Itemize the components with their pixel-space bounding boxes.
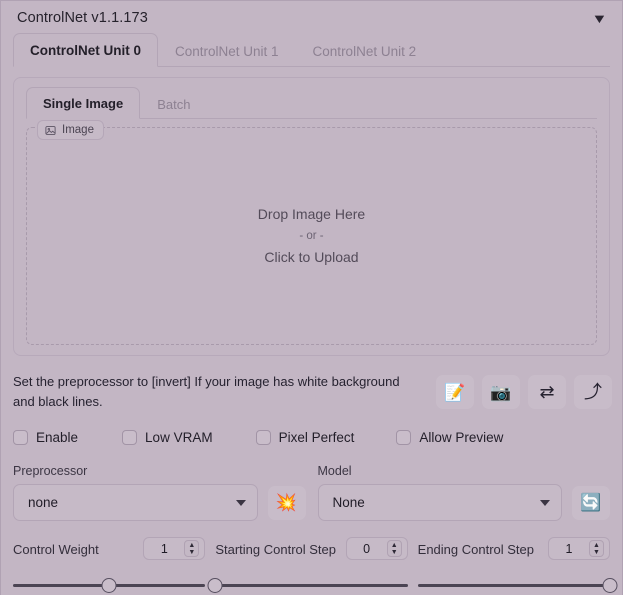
chevron-down-icon <box>540 499 550 506</box>
source-tabs: Single Image Batch <box>26 86 597 119</box>
preprocessor-select[interactable]: none <box>13 484 258 522</box>
image-dropzone[interactable]: Image Drop Image Here - or - Click to Up… <box>26 120 597 345</box>
image-tool-buttons: 📝 📷 ⇄ ⤴ <box>436 375 612 410</box>
model-selection-row: Preprocessor none 💥 Model None 🔄 <box>13 464 610 522</box>
checkbox-pixel-perfect-box[interactable] <box>255 430 271 446</box>
checkbox-pixel-perfect-label: Pixel Perfect <box>278 430 355 446</box>
refresh-icon[interactable]: 🔄 <box>572 485 610 520</box>
checkbox-low-vram[interactable]: Low VRAM <box>122 430 213 446</box>
or-separator-label: - or - <box>299 229 324 242</box>
ending-control-step-stepper[interactable]: ▲ ▼ <box>588 540 604 558</box>
ending-control-step-label: Ending Control Step <box>417 542 535 558</box>
model-column: Model None 🔄 <box>317 464 610 522</box>
drop-image-here-label: Drop Image Here <box>257 205 366 222</box>
camera-icon[interactable]: 📷 <box>482 375 520 410</box>
checkbox-pixel-perfect[interactable]: Pixel Perfect <box>255 430 355 446</box>
preprocessor-line: none 💥 <box>13 484 306 522</box>
picture-icon <box>45 125 56 136</box>
starting-control-step-label: Starting Control Step <box>215 542 337 558</box>
ending-control-step-slider: Ending Control Step 1 ▲ ▼ <box>417 537 618 594</box>
control-weight-slider: Control Weight 1 ▲ ▼ <box>13 537 206 594</box>
control-weight-thumb[interactable] <box>101 578 117 594</box>
click-to-upload-label: Click to Upload <box>264 249 359 266</box>
control-weight-track[interactable] <box>13 577 206 594</box>
starting-control-step-thumb[interactable] <box>207 578 223 594</box>
swap-arrows-icon[interactable]: ⇄ <box>528 375 566 410</box>
preprocessor-select-value: none <box>28 495 59 511</box>
hint-row: Set the preprocessor to [invert] If your… <box>13 372 612 412</box>
checkbox-enable-label: Enable <box>36 430 79 446</box>
image-badge: Image <box>37 120 104 140</box>
ending-control-step-track[interactable] <box>417 577 618 594</box>
checkbox-low-vram-label: Low VRAM <box>145 430 213 446</box>
checkbox-low-vram-box[interactable] <box>122 430 138 446</box>
starting-control-step-input[interactable]: 0 ▲ ▼ <box>345 537 408 561</box>
preprocessor-column: Preprocessor none 💥 <box>13 464 306 522</box>
tab-controlnet-unit-1[interactable]: ControlNet Unit 1 <box>158 34 296 67</box>
starting-control-step-slider: Starting Control Step 0 ▲ ▼ <box>207 537 408 594</box>
checkbox-allow-preview-box[interactable] <box>396 430 412 446</box>
dropzone-text: Drop Image Here - or - Click to Upload <box>258 204 365 268</box>
unit-tabs: ControlNet Unit 0 ControlNet Unit 1 Cont… <box>13 32 610 67</box>
dropzone-wrapper: Image Drop Image Here - or - Click to Up… <box>24 119 599 345</box>
page-title: ControlNet v1.1.173 <box>17 10 148 26</box>
preprocessor-hint-text: Set the preprocessor to [invert] If your… <box>13 374 400 410</box>
tab-controlnet-unit-2[interactable]: ControlNet Unit 2 <box>296 34 434 67</box>
accordion-header: ControlNet v1.1.173 ▼ <box>1 1 622 32</box>
chevron-down-icon[interactable]: ▼ <box>592 12 608 25</box>
tab-controlnet-unit-0[interactable]: ControlNet Unit 0 <box>13 33 158 67</box>
control-weight-input[interactable]: 1 ▲ ▼ <box>143 537 206 561</box>
checkbox-enable[interactable]: Enable <box>13 430 79 446</box>
tab-single-image[interactable]: Single Image <box>26 87 141 119</box>
control-weight-stepper[interactable]: ▲ ▼ <box>184 540 200 558</box>
starting-control-step-track[interactable] <box>207 577 408 594</box>
options-checkbox-row: Enable Low VRAM Pixel Perfect Allow Prev… <box>13 430 610 446</box>
tab-batch[interactable]: Batch <box>140 88 207 119</box>
preprocessor-label: Preprocessor <box>13 464 88 479</box>
chevron-down-icon <box>235 499 246 506</box>
image-badge-label: Image <box>62 124 94 136</box>
checkbox-allow-preview-label: Allow Preview <box>419 430 504 446</box>
ending-control-step-input[interactable]: 1 ▲ ▼ <box>547 537 610 561</box>
checkbox-enable-box[interactable] <box>13 430 28 446</box>
starting-control-step-value: 0 <box>363 541 371 556</box>
model-line: None 🔄 <box>317 484 610 522</box>
model-select[interactable]: None <box>317 484 562 522</box>
model-label: Model <box>317 464 352 479</box>
control-weight-label: Control Weight <box>13 542 99 558</box>
control-weight-value: 1 <box>160 541 168 556</box>
arrow-up-icon[interactable]: ⤴ <box>574 375 612 410</box>
ending-control-step-value: 1 <box>565 541 573 556</box>
starting-control-step-stepper[interactable]: ▲ ▼ <box>386 540 402 558</box>
starting-control-step-head: Starting Control Step 0 ▲ ▼ <box>215 537 408 575</box>
model-select-value: None <box>332 495 365 511</box>
ending-control-step-head: Ending Control Step 1 ▲ ▼ <box>418 537 610 575</box>
control-weight-head: Control Weight 1 ▲ ▼ <box>13 537 206 575</box>
controlnet-panel: ControlNet v1.1.173 ▼ ControlNet Unit 0 … <box>0 0 623 595</box>
ending-control-step-thumb[interactable] <box>602 578 618 594</box>
memo-pencil-icon[interactable]: 📝 <box>436 375 474 410</box>
checkbox-allow-preview[interactable]: Allow Preview <box>396 430 504 446</box>
sliders-row: Control Weight 1 ▲ ▼ Starting Control Ste… <box>13 537 618 594</box>
unit-panel: Single Image Batch Image Drop Image Here… <box>13 77 610 356</box>
explosion-icon[interactable]: 💥 <box>267 485 306 520</box>
